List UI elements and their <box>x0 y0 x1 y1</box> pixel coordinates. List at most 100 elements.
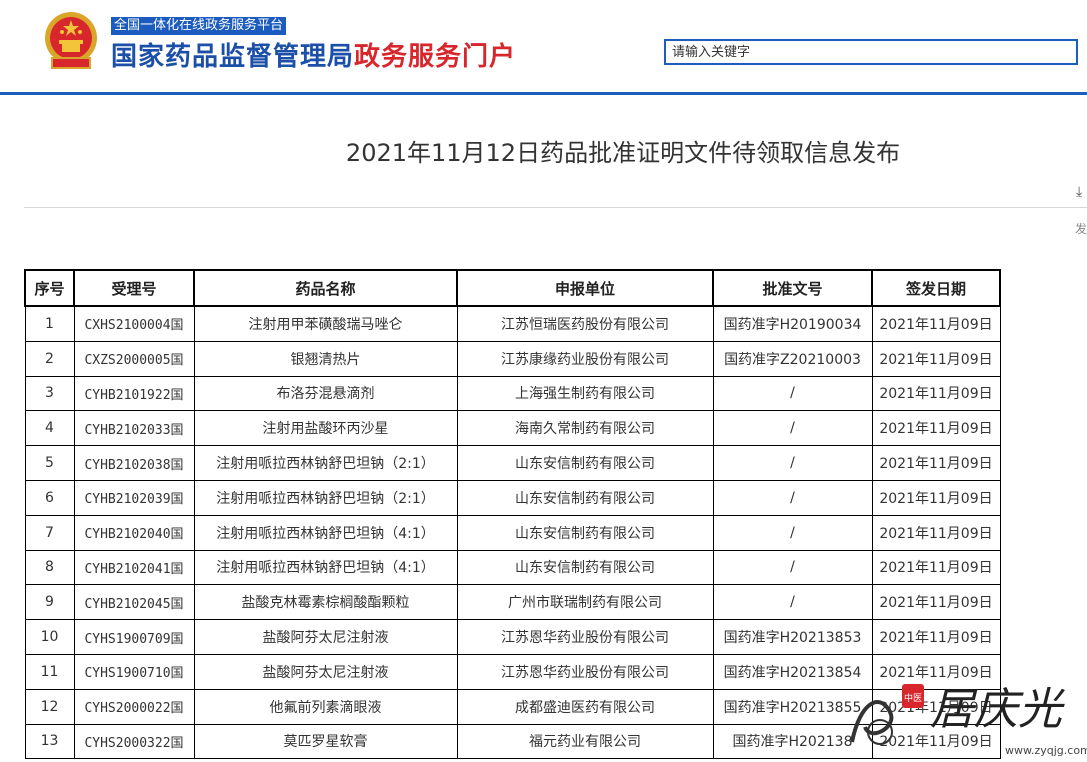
title-divider <box>24 207 1087 208</box>
table-row: 6 CYHB2102039国 注射用哌拉西林钠舒巴坦钠（2:1） 山东安信制药有限公司… <box>24 479 1001 516</box>
page-title: 2021年11月12日药品批准证明文件待领取信息发布 <box>345 139 901 167</box>
site-name-accent: 政务服务门户 <box>354 42 517 72</box>
acceptance-code: CYHB2102039 <box>84 492 171 508</box>
row-issue-date: 2021年11月09日 <box>871 445 1001 481</box>
search-box[interactable] <box>664 39 1078 65</box>
acceptance-suffix: 国 <box>170 422 184 438</box>
download-icon[interactable]: ⤓ <box>1076 184 1082 200</box>
acceptance-suffix: 国 <box>170 701 184 717</box>
acceptance-suffix: 国 <box>170 353 184 369</box>
acceptance-code: CYHB2101922 <box>84 387 171 403</box>
row-drug-name: 注射用哌拉西林钠舒巴坦钠（4:1） <box>193 514 458 551</box>
row-issue-date: 2021年11月09日 <box>871 479 1001 516</box>
row-no: 9 <box>24 584 75 621</box>
header-divider <box>0 92 1087 95</box>
row-drug-name: 布洛芬混悬滴剂 <box>193 375 458 412</box>
row-drug-name: 注射用哌拉西林钠舒巴坦钠（2:1） <box>193 445 458 481</box>
table-row: 3 CYHB2101922国 布洛芬混悬滴剂 上海强生制药有限公司/2021年11月0… <box>24 375 1001 412</box>
row-no: 5 <box>24 445 75 481</box>
acceptance-suffix: 国 <box>170 735 184 751</box>
national-emblem-icon[interactable] <box>42 10 100 72</box>
row-issue-date: 2021年11月09日 <box>871 410 1001 447</box>
acceptance-code: CYHS1900709 <box>84 631 171 647</box>
row-applicant: 山东安信制药有限公司 <box>456 514 714 551</box>
table-row: 9 CYHB2102045国 盐酸克林霉素棕榈酸酯颗粒 广州市联瑞制药有限公司/202… <box>24 584 1001 621</box>
acceptance-suffix: 国 <box>170 457 184 473</box>
row-no: 6 <box>24 479 75 516</box>
row-applicant: 福元药业有限公司 <box>456 723 714 760</box>
svg-text:中医: 中医 <box>904 692 922 704</box>
row-approval-no: / <box>712 375 873 412</box>
search-input[interactable] <box>672 41 1070 63</box>
watermark-text: 居庆光 <box>930 684 1065 735</box>
table-row: 1 CXHS2100004国 注射用甲苯磺酸瑞马唑仑 江苏恒瑞医药股份有限公司 国药准字… <box>24 305 1001 342</box>
row-drug-name: 盐酸阿芬太尼注射液 <box>193 619 458 655</box>
row-no: 3 <box>24 375 75 412</box>
header-issue-date: 签发日期 <box>871 269 1001 307</box>
row-acceptance-no: CYHB2102033国 <box>73 410 195 447</box>
row-acceptance-no: CXHS2100004国 <box>73 305 195 342</box>
row-acceptance-no: CYHB2102040国 <box>73 514 195 551</box>
row-acceptance-no: CYHS2000322国 <box>73 723 195 760</box>
row-no: 1 <box>24 305 75 342</box>
acceptance-code: CYHB2102033 <box>84 422 171 438</box>
row-applicant: 成都盛迪医药有限公司 <box>456 688 714 725</box>
row-approval-no: 国药准字H20190034 <box>712 305 873 342</box>
acceptance-suffix: 国 <box>170 596 184 612</box>
row-acceptance-no: CYHB2102038国 <box>73 445 195 481</box>
side-publish-label: 发 <box>1075 222 1087 236</box>
acceptance-suffix: 国 <box>170 387 184 403</box>
row-applicant: 山东安信制药有限公司 <box>456 549 714 586</box>
row-no: 2 <box>24 340 75 377</box>
acceptance-code: CXZS2000005 <box>84 353 171 369</box>
row-applicant: 江苏恩华药业股份有限公司 <box>456 653 714 690</box>
acceptance-code: CYHB2102040 <box>84 527 171 543</box>
site-header: 全国一体化在线政务服务平台 国家药品监督管理局政务服务门户 <box>0 0 1087 92</box>
row-applicant: 江苏康缘药业股份有限公司 <box>456 340 714 377</box>
table-row: 8 CYHB2102041国 注射用哌拉西林钠舒巴坦钠（4:1） 山东安信制药有限公司… <box>24 549 1001 586</box>
row-no: 11 <box>24 653 75 690</box>
acceptance-code: CYHS1900710 <box>84 666 171 682</box>
acceptance-code: CYHB2102038 <box>84 457 171 473</box>
row-approval-no: / <box>712 479 873 516</box>
table-row: 4 CYHB2102033国 注射用盐酸环丙沙星 海南久常制药有限公司/2021年11… <box>24 410 1001 447</box>
acceptance-code: CYHB2102041 <box>84 561 171 577</box>
row-issue-date: 2021年11月09日 <box>871 549 1001 586</box>
row-acceptance-no: CYHB2102041国 <box>73 549 195 586</box>
header-drug-name: 药品名称 <box>193 269 458 307</box>
header-applicant: 申报单位 <box>456 269 714 307</box>
table-row: 7 CYHB2102040国 注射用哌拉西林钠舒巴坦钠（4:1） 山东安信制药有限公司… <box>24 514 1001 551</box>
row-drug-name: 注射用盐酸环丙沙星 <box>193 410 458 447</box>
row-drug-name: 莫匹罗星软膏 <box>193 723 458 760</box>
header-no: 序号 <box>24 269 75 307</box>
row-approval-no: / <box>712 410 873 447</box>
table-row: 10 CYHS1900709国 盐酸阿芬太尼注射液 江苏恩华药业股份有限公司 国药准字H… <box>24 619 1001 655</box>
row-applicant: 海南久常制药有限公司 <box>456 410 714 447</box>
row-approval-no: 国药准字Z20210003 <box>712 340 873 377</box>
acceptance-suffix: 国 <box>170 666 184 682</box>
row-approval-no: / <box>712 445 873 481</box>
row-acceptance-no: CYHS1900709国 <box>73 619 195 655</box>
row-issue-date: 2021年11月09日 <box>871 375 1001 412</box>
acceptance-code: CXHS2100004 <box>84 318 171 334</box>
platform-tagline[interactable]: 全国一体化在线政务服务平台 <box>111 17 287 35</box>
row-drug-name: 注射用哌拉西林钠舒巴坦钠（4:1） <box>193 549 458 586</box>
row-acceptance-no: CXZS2000005国 <box>73 340 195 377</box>
row-applicant: 山东安信制药有限公司 <box>456 479 714 516</box>
table-row: 2 CXZS2000005国 银翘清热片 江苏康缘药业股份有限公司 国药准字Z20210… <box>24 340 1001 377</box>
acceptance-code: CYHS2000022 <box>84 701 171 717</box>
acceptance-code: CYHS2000322 <box>84 735 171 751</box>
acceptance-suffix: 国 <box>170 318 184 334</box>
row-issue-date: 2021年11月09日 <box>871 305 1001 342</box>
site-name[interactable]: 国家药品监督管理局政务服务门户 <box>111 36 516 73</box>
acceptance-suffix: 国 <box>170 492 184 508</box>
watermark-url: www.zyqjg.com <box>1005 744 1087 757</box>
row-acceptance-no: CYHB2102045国 <box>73 584 195 621</box>
row-approval-no: / <box>712 549 873 586</box>
site-name-main: 国家药品监督管理局 <box>111 42 355 72</box>
acceptance-code: CYHB2102045 <box>84 596 171 612</box>
row-no: 4 <box>24 410 75 447</box>
acceptance-suffix: 国 <box>170 527 184 543</box>
row-no: 7 <box>24 514 75 551</box>
row-acceptance-no: CYHB2102039国 <box>73 479 195 516</box>
